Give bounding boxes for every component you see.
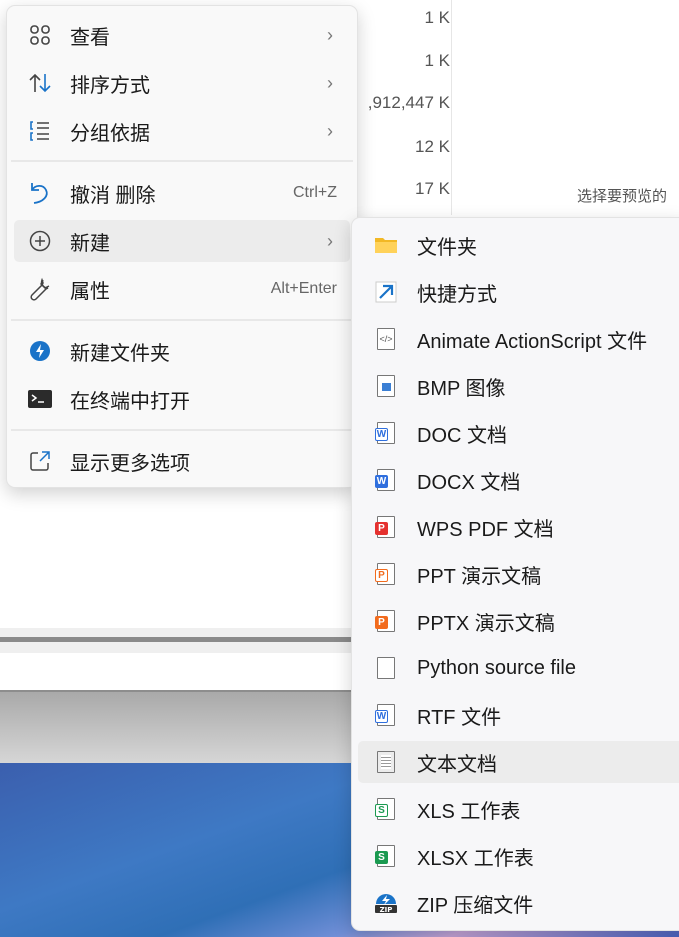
new-python-item[interactable]: Python source file xyxy=(358,647,679,689)
new-doc-item[interactable]: W DOC 文档 xyxy=(358,412,679,454)
menu-item-label: 文件夹 xyxy=(417,236,477,259)
menu-item-label: 快捷方式 xyxy=(417,283,497,306)
pane-divider[interactable] xyxy=(451,0,452,215)
terminal-icon xyxy=(28,387,52,411)
menu-item-label: DOC 文档 xyxy=(417,424,507,447)
menu-separator xyxy=(11,319,353,321)
grid-icon xyxy=(28,23,52,47)
chevron-right-icon: › xyxy=(327,72,333,93)
menu-item-undo-delete[interactable]: 撤消 删除 Ctrl+Z xyxy=(14,172,350,214)
menu-item-label: 显示更多选项 xyxy=(70,452,190,475)
xls-file-icon: S xyxy=(374,797,398,821)
file-size: ,912,447 K xyxy=(367,93,450,112)
new-docx-item[interactable]: W DOCX 文档 xyxy=(358,459,679,501)
menu-item-label: 新建 xyxy=(70,232,110,255)
new-pptx-item[interactable]: P PPTX 演示文稿 xyxy=(358,600,679,642)
shortcut-arrow-icon xyxy=(374,280,398,304)
doc-file-icon: W xyxy=(374,421,398,445)
wrench-icon xyxy=(28,277,52,301)
menu-separator xyxy=(11,429,353,431)
menu-separator xyxy=(11,160,353,162)
new-submenu: 文件夹 快捷方式 </> Animate ActionScript 文件 BMP … xyxy=(351,217,679,931)
bmp-image-icon xyxy=(374,374,398,398)
new-zip-item[interactable]: ZIP ZIP 压缩文件 xyxy=(358,882,679,924)
menu-item-label: 属性 xyxy=(70,280,110,303)
undo-icon xyxy=(28,181,52,205)
menu-item-new[interactable]: 新建 › xyxy=(14,220,350,262)
menu-item-sort[interactable]: 排序方式 › xyxy=(14,62,350,104)
pdf-file-icon: P xyxy=(374,515,398,539)
menu-item-label: PPT 演示文稿 xyxy=(417,565,542,588)
zip-file-icon: ZIP xyxy=(374,891,398,915)
file-size: 1 K xyxy=(424,8,450,27)
blank-file-icon xyxy=(374,656,398,680)
docx-file-icon: W xyxy=(374,468,398,492)
new-bmp-item[interactable]: BMP 图像 xyxy=(358,365,679,407)
chevron-right-icon: › xyxy=(327,24,333,45)
menu-item-label: Python source file xyxy=(417,656,576,679)
menu-item-label: 分组依据 xyxy=(70,122,150,145)
actionscript-file-icon: </> xyxy=(374,327,398,351)
more-options-icon xyxy=(28,449,52,473)
new-text-document-item[interactable]: 文本文档 xyxy=(358,741,679,783)
new-rtf-item[interactable]: W RTF 文件 xyxy=(358,694,679,736)
menu-item-label: WPS PDF 文档 xyxy=(417,518,554,541)
menu-item-label: 撤消 删除 xyxy=(70,184,156,207)
menu-item-label: PPTX 演示文稿 xyxy=(417,612,555,635)
menu-item-label: XLS 工作表 xyxy=(417,800,521,823)
sort-icon xyxy=(28,71,52,95)
new-actionscript-item[interactable]: </> Animate ActionScript 文件 xyxy=(358,318,679,360)
new-xlsx-item[interactable]: S XLSX 工作表 xyxy=(358,835,679,877)
menu-item-label: Animate ActionScript 文件 xyxy=(417,330,648,353)
file-size: 12 K xyxy=(415,137,450,156)
chevron-right-icon: › xyxy=(327,120,333,141)
menu-item-label: XLSX 工作表 xyxy=(417,847,534,870)
menu-item-show-more-options[interactable]: 显示更多选项 xyxy=(14,440,350,482)
new-folder-item[interactable]: 文件夹 xyxy=(358,224,679,266)
menu-item-label: DOCX 文档 xyxy=(417,471,521,494)
file-size: 1 K xyxy=(424,51,450,70)
menu-item-label: ZIP 压缩文件 xyxy=(417,894,534,917)
group-list-icon xyxy=(28,119,52,143)
menu-item-label: BMP 图像 xyxy=(417,377,506,400)
menu-item-open-terminal[interactable]: 在终端中打开 xyxy=(14,378,350,420)
text-file-icon xyxy=(374,750,398,774)
menu-item-view[interactable]: 查看 › xyxy=(14,14,350,56)
new-shortcut-item[interactable]: 快捷方式 xyxy=(358,271,679,313)
shortcut-text: Alt+Enter xyxy=(270,280,337,297)
menu-item-label: 查看 xyxy=(70,26,110,49)
file-size: 17 K xyxy=(415,179,450,198)
folder-icon xyxy=(374,233,398,257)
menu-item-label: 文本文档 xyxy=(417,753,497,776)
plus-circle-icon xyxy=(28,229,52,253)
menu-item-group-by[interactable]: 分组依据 › xyxy=(14,110,350,152)
svg-text:ZIP: ZIP xyxy=(380,906,393,914)
preview-pane-text: 选择要预览的 xyxy=(577,188,668,205)
menu-item-label: 新建文件夹 xyxy=(70,342,170,365)
shortcut-text: Ctrl+Z xyxy=(293,184,337,201)
ppt-file-icon: P xyxy=(374,562,398,586)
new-xls-item[interactable]: S XLS 工作表 xyxy=(358,788,679,830)
chevron-right-icon: › xyxy=(327,230,333,251)
pptx-file-icon: P xyxy=(374,609,398,633)
context-menu: 查看 › 排序方式 › 分组依据 › 撤消 删除 Ctrl+Z 新建 › 属性 … xyxy=(6,5,358,488)
new-ppt-item[interactable]: P PPT 演示文稿 xyxy=(358,553,679,595)
menu-item-label: 排序方式 xyxy=(70,74,150,97)
new-folder-bolt-icon xyxy=(28,339,52,363)
menu-item-properties[interactable]: 属性 Alt+Enter xyxy=(14,268,350,310)
rtf-file-icon: W xyxy=(374,703,398,727)
xlsx-file-icon: S xyxy=(374,844,398,868)
menu-item-new-folder[interactable]: 新建文件夹 xyxy=(14,330,350,372)
menu-item-label: RTF 文件 xyxy=(417,706,502,729)
menu-item-label: 在终端中打开 xyxy=(70,390,190,413)
new-wps-pdf-item[interactable]: P WPS PDF 文档 xyxy=(358,506,679,548)
